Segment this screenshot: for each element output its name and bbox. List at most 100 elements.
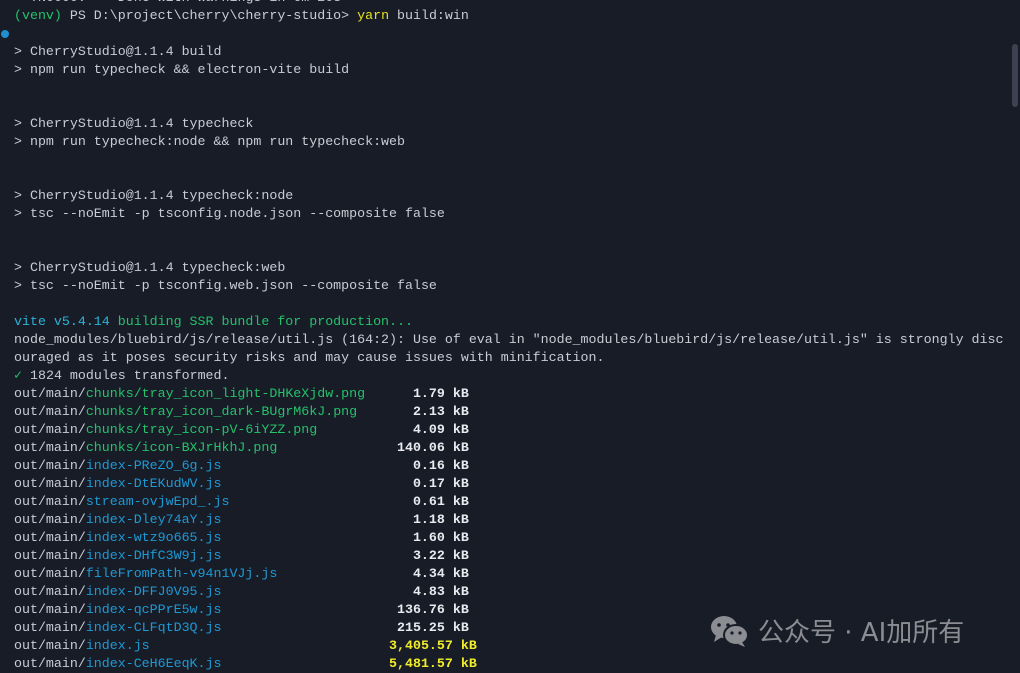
file-dir: out/main/: [14, 512, 86, 527]
line-segment: TN0000: Done with warnings in 6m 20s: [30, 0, 341, 5]
file-path: out/main/index-wtz9o665.js: [14, 529, 389, 547]
file-path: out/main/index-CeH6EeqK.js: [14, 655, 389, 673]
line-segment: > CherryStudio@1.1.4 build: [14, 44, 222, 59]
file-path: out/main/fileFromPath-v94n1VJj.js: [14, 565, 389, 583]
line-segment: yarn: [357, 8, 390, 23]
file-size: 3,405.57 kB: [389, 638, 477, 653]
file-size: 2.13 kB: [412, 404, 469, 419]
terminal-line: > CherryStudio@1.1.4 typecheck: [14, 115, 1003, 133]
file-name: index-CLFqtD3Q.js: [85, 620, 222, 635]
build-output-file-row: out/main/chunks/icon-BXJrHkhJ.png 140.06 …: [14, 439, 1003, 457]
file-name: index-CeH6EeqK.js: [85, 656, 222, 671]
line-segment: ✓: [14, 368, 30, 383]
file-name: index-DtEKudWV.js: [85, 476, 222, 491]
terminal-line: > tsc --noEmit -p tsconfig.web.json --co…: [14, 277, 1003, 295]
file-path: out/main/index-qcPPrE5w.js: [14, 601, 389, 619]
file-name: chunks/tray_icon_dark-BUgrM6kJ.png: [85, 404, 358, 419]
file-name: index-PReZO_6g.js: [85, 458, 222, 473]
line-segment: > CherryStudio@1.1.4 typecheck:node: [14, 188, 294, 203]
terminal-output[interactable]: ➤ TN0000: Done with warnings in 6m 20s(v…: [14, 0, 1003, 673]
line-segment: vite v5.4.14: [14, 314, 118, 329]
file-name: chunks/tray_icon-pV-6iYZZ.png: [85, 422, 318, 437]
file-size: 5,481.57 kB: [389, 656, 477, 671]
watermark: 公众号 · AI加所有: [710, 612, 964, 649]
line-segment: PS D:\project\cherry\cherry-studio>: [69, 8, 358, 23]
file-name: index-wtz9o665.js: [85, 530, 222, 545]
file-dir: out/main/: [14, 620, 86, 635]
build-output-file-row: out/main/fileFromPath-v94n1VJj.js 4.34 kB: [14, 565, 1003, 583]
terminal-line: > npm run typecheck && electron-vite bui…: [14, 61, 1003, 79]
line-segment: > tsc --noEmit -p tsconfig.node.json --c…: [14, 206, 445, 221]
build-output-file-row: out/main/chunks/tray_icon_light-DHKeXjdw…: [14, 385, 1003, 403]
build-output-file-row: out/main/stream-ovjwEpd_.js 0.61 kB: [14, 493, 1003, 511]
file-path: out/main/index.js: [14, 637, 389, 655]
file-size: 215.25 kB: [396, 620, 469, 635]
file-name: index-qcPPrE5w.js: [85, 602, 222, 617]
terminal-line: node_modules/bluebird/js/release/util.js…: [14, 331, 1003, 349]
terminal-line: ouraged as it poses security risks and m…: [14, 349, 1003, 367]
file-path: out/main/index-CLFqtD3Q.js: [14, 619, 389, 637]
line-segment: building SSR bundle for production...: [117, 314, 413, 329]
file-path: out/main/index-PReZO_6g.js: [14, 457, 389, 475]
build-output-file-row: out/main/chunks/tray_icon_dark-BUgrM6kJ.…: [14, 403, 1003, 421]
terminal-line: > CherryStudio@1.1.4 build: [14, 43, 1003, 61]
scrollbar-thumb[interactable]: [1012, 44, 1018, 107]
terminal-line: > tsc --noEmit -p tsconfig.node.json --c…: [14, 205, 1003, 223]
file-name: index-Dley74aY.js: [85, 512, 222, 527]
terminal-line: > CherryStudio@1.1.4 typecheck:node: [14, 187, 1003, 205]
file-dir: out/main/: [14, 386, 86, 401]
terminal-line: > npm run typecheck:node && npm run type…: [14, 133, 1003, 151]
line-segment: > npm run typecheck:node && npm run type…: [14, 134, 405, 149]
file-dir: out/main/: [14, 602, 86, 617]
file-dir: out/main/: [14, 458, 86, 473]
file-name: index-DFFJ0V95.js: [85, 584, 222, 599]
line-segment: > CherryStudio@1.1.4 typecheck:web: [14, 260, 286, 275]
file-dir: out/main/: [14, 440, 86, 455]
line-segment: (venv): [14, 8, 70, 23]
file-size: 4.34 kB: [412, 566, 469, 581]
file-dir: out/main/: [14, 530, 86, 545]
file-size: 1.18 kB: [412, 512, 469, 527]
line-segment: > npm run typecheck && electron-vite bui…: [14, 62, 350, 77]
file-path: out/main/chunks/tray_icon-pV-6iYZZ.png: [14, 421, 389, 439]
build-output-file-row: out/main/index-DFFJ0V95.js 4.83 kB: [14, 583, 1003, 601]
file-path: out/main/index-DtEKudWV.js: [14, 475, 389, 493]
file-dir: out/main/: [14, 422, 86, 437]
file-name: index.js: [85, 638, 150, 653]
file-dir: out/main/: [14, 566, 86, 581]
file-dir: out/main/: [14, 494, 86, 509]
build-output-file-row: out/main/index-DtEKudWV.js 0.17 kB: [14, 475, 1003, 493]
wechat-icon: [711, 615, 749, 647]
line-segment: > tsc --noEmit -p tsconfig.web.json --co…: [14, 278, 437, 293]
watermark-text: 公众号 · AI加所有: [758, 618, 965, 648]
terminal-line: ➤ TN0000: Done with warnings in 6m 20s: [14, 0, 1003, 7]
line-segment: node_modules/bluebird/js/release/util.js…: [14, 332, 1004, 347]
file-size: 4.09 kB: [412, 422, 469, 437]
file-size: 140.06 kB: [396, 440, 469, 455]
file-dir: out/main/: [14, 656, 86, 671]
file-path: out/main/index-DHfC3W9j.js: [14, 547, 389, 565]
file-size: 4.83 kB: [412, 584, 469, 599]
terminal-line: (venv) PS D:\project\cherry\cherry-studi…: [14, 7, 1003, 25]
file-path: out/main/stream-ovjwEpd_.js: [14, 493, 389, 511]
line-segment: > CherryStudio@1.1.4 typecheck: [14, 116, 254, 131]
file-path: out/main/chunks/tray_icon_light-DHKeXjdw…: [14, 385, 389, 403]
file-size: 136.76 kB: [396, 602, 469, 617]
line-segment: build:win: [389, 8, 469, 23]
build-output-file-row: out/main/index-CeH6EeqK.js 5,481.57 kB: [14, 655, 1003, 673]
line-segment: 1824 modules transformed.: [30, 368, 230, 383]
build-output-file-row: out/main/index-PReZO_6g.js 0.16 kB: [14, 457, 1003, 475]
file-size: 3.22 kB: [412, 548, 469, 563]
file-size: 0.17 kB: [412, 476, 469, 491]
line-segment: ouraged as it poses security risks and m…: [14, 350, 605, 365]
file-dir: out/main/: [14, 476, 86, 491]
terminal-line: > CherryStudio@1.1.4 typecheck:web: [14, 259, 1003, 277]
file-dir: out/main/: [14, 548, 86, 563]
file-name: fileFromPath-v94n1VJj.js: [85, 566, 278, 581]
